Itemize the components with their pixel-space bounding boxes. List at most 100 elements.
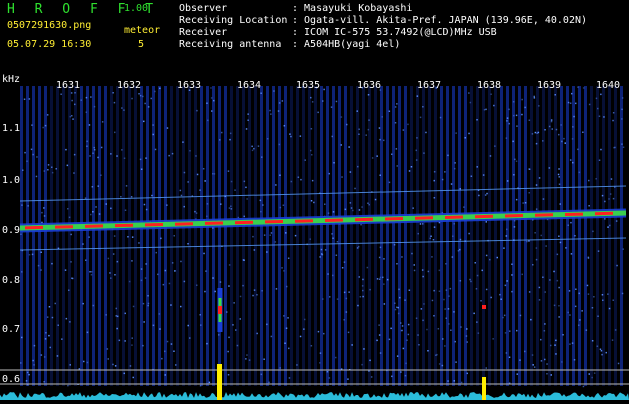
- noise-speck: [42, 127, 44, 129]
- noise-speck: [41, 354, 43, 356]
- noise-speck: [231, 208, 233, 210]
- noise-speck: [130, 365, 132, 367]
- noise-speck: [269, 110, 271, 112]
- noise-speck: [555, 94, 557, 96]
- noise-speck: [45, 125, 47, 127]
- noise-speck: [541, 360, 543, 362]
- noise-speck: [29, 254, 31, 256]
- noise-speck: [95, 206, 97, 208]
- minute-tick-label: 1640: [596, 80, 620, 91]
- noise-speck: [383, 140, 385, 142]
- noise-speck: [517, 373, 519, 375]
- noise-speck: [396, 103, 398, 105]
- carrier-core-segment: [85, 226, 103, 227]
- noise-speck: [200, 385, 202, 387]
- noise-column: [614, 86, 617, 386]
- noise-column: [302, 86, 305, 386]
- noise-speck: [600, 349, 602, 351]
- noise-speck: [376, 340, 378, 342]
- noise-speck: [61, 338, 63, 340]
- noise-speck: [123, 109, 125, 111]
- noise-speck: [26, 380, 28, 382]
- noise-speck: [102, 121, 104, 123]
- noise-speck: [117, 316, 119, 318]
- noise-speck: [601, 354, 603, 356]
- noise-speck: [357, 166, 359, 168]
- noise-speck: [603, 116, 605, 118]
- noise-speck: [74, 154, 76, 156]
- carrier-core-segment: [505, 216, 523, 217]
- noise-speck: [131, 196, 133, 198]
- noise-speck: [579, 293, 581, 295]
- noise-speck: [592, 340, 594, 342]
- noise-speck: [513, 174, 515, 176]
- noise-speck: [140, 95, 142, 97]
- noise-speck: [36, 176, 38, 178]
- noise-speck: [138, 93, 140, 95]
- noise-speck: [131, 260, 133, 262]
- noise-speck: [362, 285, 364, 287]
- noise-column: [560, 86, 563, 386]
- noise-column: [296, 86, 299, 386]
- noise-speck: [383, 283, 385, 285]
- noise-speck: [521, 99, 523, 101]
- noise-speck: [562, 334, 564, 336]
- noise-speck: [163, 284, 165, 286]
- noise-speck: [240, 296, 242, 298]
- noise-speck: [170, 304, 172, 306]
- noise-column: [212, 86, 215, 386]
- noise-speck: [336, 255, 338, 257]
- noise-speck: [290, 136, 292, 138]
- noise-speck: [21, 271, 23, 273]
- noise-speck: [38, 265, 40, 267]
- app-version: 1.00: [124, 4, 148, 14]
- noise-speck: [285, 232, 287, 234]
- noise-speck: [379, 127, 381, 129]
- noise-speck: [34, 345, 36, 347]
- noise-column: [110, 86, 113, 386]
- noise-speck: [87, 332, 89, 334]
- noise-speck: [600, 94, 602, 96]
- noise-speck: [126, 185, 128, 187]
- noise-speck: [213, 100, 215, 102]
- noise-speck: [577, 86, 579, 88]
- noise-speck: [246, 354, 248, 356]
- noise-column: [86, 86, 89, 386]
- noise-column: [80, 86, 83, 386]
- noise-speck: [33, 364, 35, 366]
- noise-speck: [252, 236, 254, 238]
- noise-speck: [368, 119, 370, 121]
- noise-speck: [389, 339, 391, 341]
- noise-speck: [418, 344, 420, 346]
- noise-speck: [600, 149, 602, 151]
- noise-speck: [21, 337, 23, 339]
- noise-speck: [252, 150, 254, 152]
- noise-speck: [55, 303, 57, 305]
- noise-speck: [391, 376, 393, 378]
- location-value: : Ogata-vill. Akita-Pref. JAPAN (139.96E…: [292, 16, 587, 26]
- noise-column: [284, 86, 287, 386]
- noise-speck: [598, 250, 600, 252]
- noise-speck: [569, 314, 571, 316]
- noise-speck: [618, 363, 620, 365]
- noise-speck: [124, 373, 126, 375]
- noise-speck: [444, 171, 446, 173]
- noise-speck: [260, 93, 262, 95]
- noise-speck: [273, 90, 275, 92]
- noise-speck: [361, 364, 363, 366]
- noise-speck: [473, 313, 475, 315]
- noise-speck: [460, 280, 462, 282]
- noise-column: [140, 86, 143, 386]
- noise-speck: [256, 294, 258, 296]
- noise-speck: [384, 303, 386, 305]
- noise-speck: [194, 211, 196, 213]
- noise-speck: [251, 146, 253, 148]
- noise-speck: [461, 382, 463, 384]
- noise-speck: [613, 300, 615, 302]
- noise-speck: [406, 340, 408, 342]
- noise-speck: [431, 256, 433, 258]
- noise-speck: [608, 198, 610, 200]
- noise-speck: [72, 118, 74, 120]
- noise-speck: [167, 127, 169, 129]
- noise-speck: [165, 270, 167, 272]
